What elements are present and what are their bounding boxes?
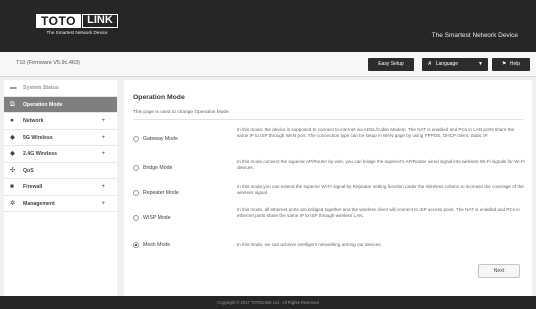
logo-text-toto: TOTO <box>36 14 81 28</box>
wisp-mode-label[interactable]: WISP Mode <box>143 215 171 221</box>
help-icon: ⚑ <box>501 61 507 67</box>
sidebar: ▬ System Status ⧉ Operation Mode ● Netwo… <box>4 80 117 296</box>
sidebar-item-network[interactable]: ● Network + <box>4 113 117 130</box>
sidebar-item-label: 2.4G Wireless <box>23 151 57 157</box>
gateway-mode-radio[interactable] <box>133 136 139 142</box>
bridge-mode-description: In this mode,connect the superior AP/Rou… <box>237 159 525 171</box>
header-tagline: The Smartest Network Device <box>431 32 518 39</box>
sidebar-item-firewall[interactable]: ■ Firewall + <box>4 179 117 196</box>
sidebar-item-label: QoS <box>23 167 34 174</box>
sidebar-item-label: System Status <box>23 85 59 91</box>
monitor-icon: ▬ <box>10 84 17 91</box>
gateway-mode-description: In this mode, the device is supposed to … <box>237 127 515 139</box>
logo-tagline: The Smartest Network Device <box>46 30 108 35</box>
page-description: This page is used to change Operation Mo… <box>133 110 231 115</box>
mesh-mode-radio[interactable] <box>133 242 139 248</box>
logo-text-link: LINK <box>82 14 118 28</box>
sidebar-item-operation-mode[interactable]: ⧉ Operation Mode <box>4 96 117 113</box>
translate-icon: A <box>428 61 432 67</box>
bridge-mode-radio[interactable] <box>133 165 139 171</box>
expand-icon: + <box>101 118 105 124</box>
globe-icon: ● <box>10 117 14 124</box>
sidebar-item-label: 5G Wireless <box>23 134 53 141</box>
sidebar-item-5g-wireless[interactable]: ◆ 5G Wireless + <box>4 130 117 146</box>
wisp-mode-description: In this mode, all ethernet ports are bri… <box>237 207 520 219</box>
sidebar-item-system-status[interactable]: ▬ System Status <box>4 80 117 97</box>
help-label: Help <box>509 61 521 67</box>
gateway-mode-label[interactable]: Gateway Mode <box>143 136 178 142</box>
language-label: Language <box>435 61 458 67</box>
page-title: Operation Mode <box>133 94 185 101</box>
lock-icon: ■ <box>10 183 14 190</box>
totolink-logo[interactable]: TOTO LINK The Smartest Network Device <box>36 14 118 36</box>
chevron-down-icon: ▼ <box>478 61 483 67</box>
repeater-mode-radio[interactable] <box>133 190 139 196</box>
repeater-mode-description: In this mode,you can extend the superior… <box>237 184 524 196</box>
expand-icon: + <box>101 151 105 157</box>
divider <box>133 119 523 120</box>
easy-setup-button[interactable]: Easy Setup <box>368 58 414 71</box>
repeater-mode-label[interactable]: Repeater Mode <box>143 190 179 196</box>
sidebar-item-label: Management <box>23 200 55 207</box>
help-button[interactable]: ⚑ Help <box>492 58 530 71</box>
sidebar-item-label: Network <box>23 118 44 124</box>
mesh-mode-label[interactable]: Mesh Mode <box>143 242 170 248</box>
main-content: Operation Mode This page is used to chan… <box>124 80 532 296</box>
sidebar-item-label: Operation Mode <box>23 101 63 108</box>
top-toolbar: T10 (Firmware V5.9c.463) Easy Setup A La… <box>0 52 536 77</box>
mesh-mode-description: In this mode, we can achieve intelligent… <box>237 242 382 247</box>
gear-icon: ✲ <box>10 199 16 207</box>
mode-icon: ⧉ <box>10 100 15 108</box>
header: TOTO LINK The Smartest Network Device Th… <box>0 0 536 52</box>
expand-icon: + <box>101 200 105 207</box>
footer-copyright: Copyright © 2017 TOTOLINK Ltd., All Righ… <box>0 296 536 309</box>
firmware-version: T10 (Firmware V5.9c.463) <box>16 60 80 66</box>
wisp-mode-radio[interactable] <box>133 215 139 221</box>
sidebar-item-management[interactable]: ✲ Management + <box>4 196 117 212</box>
expand-icon: + <box>101 184 105 190</box>
wifi-icon: ◆ <box>10 150 15 157</box>
sidebar-item-2-4g-wireless[interactable]: ◆ 2.4G Wireless + <box>4 146 117 163</box>
language-dropdown[interactable]: A Language ▼ <box>422 58 488 71</box>
bridge-mode-label[interactable]: Bridge Mode <box>143 165 172 171</box>
next-button[interactable]: Next <box>478 264 520 278</box>
expand-icon: + <box>101 134 105 141</box>
wifi-icon: ◆ <box>10 133 15 141</box>
qos-icon: ✣ <box>10 166 16 174</box>
sidebar-item-qos[interactable]: ✣ QoS <box>4 163 117 179</box>
sidebar-item-label: Firewall <box>23 184 43 190</box>
